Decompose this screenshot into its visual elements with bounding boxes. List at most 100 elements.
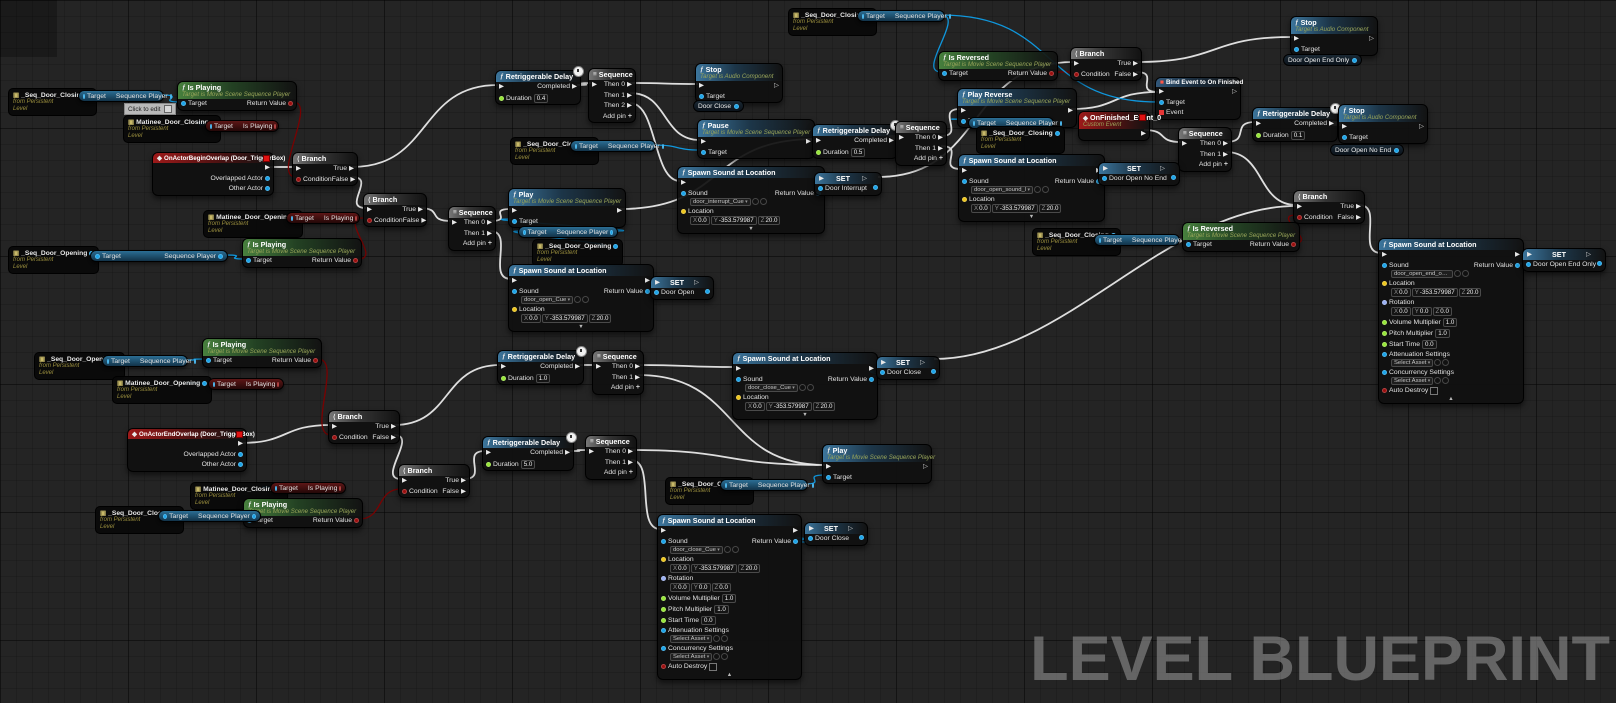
asset-dropdown[interactable]: door_close_Cue xyxy=(745,383,798,392)
exec-pin[interactable]: ▶ xyxy=(391,434,396,441)
sequence-1[interactable]: ≡ Sequence ▶ Then 0 ▶ Then 1 ▶ Then 2 ▶ Add pin + xyxy=(588,68,636,123)
sequence-6[interactable]: ≡ Sequence ▶ Then 0 ▶ Then 1 ▶ Add pin + xyxy=(585,435,637,480)
get-sequence-player-cap-7[interactable]: Target Sequence Player xyxy=(1094,234,1188,246)
exec-pin[interactable]: ▶ xyxy=(486,449,491,456)
bool-pin[interactable] xyxy=(354,518,359,523)
bool-pin[interactable] xyxy=(288,101,293,106)
vector-field[interactable]: X0.0 xyxy=(745,401,765,411)
collapse-toggle[interactable]: ▼ xyxy=(733,412,877,419)
object-pin[interactable] xyxy=(265,186,270,191)
exec-pin[interactable]: ▶ xyxy=(809,525,814,532)
object-pin[interactable] xyxy=(1352,57,1358,63)
object-pin[interactable] xyxy=(275,485,277,491)
object-pin[interactable] xyxy=(512,288,517,294)
vector-field[interactable]: Z20.0 xyxy=(757,215,781,225)
vector-field[interactable]: Z20.0 xyxy=(1038,203,1062,213)
matinee-is-playing-cap-1[interactable]: Target Is Playing xyxy=(205,120,279,132)
bool-pin[interactable] xyxy=(332,434,337,440)
object-pin[interactable] xyxy=(705,289,710,294)
asset-use-icon[interactable] xyxy=(713,653,721,660)
vector-field[interactable]: Y-353.579987 xyxy=(765,401,812,411)
retriggerable-delay-2[interactable]: ƒ Retriggerable Delay ▶ Completed ▶ Duration 0… xyxy=(812,120,901,159)
object-pin[interactable] xyxy=(251,513,256,519)
exec-pin[interactable]: ▶ xyxy=(512,277,517,284)
get-sequence-player-cap-9[interactable]: Target Sequence Player xyxy=(158,510,261,522)
asset-dropdown[interactable]: Select Asset xyxy=(1391,358,1434,367)
object-pin[interactable] xyxy=(948,13,951,19)
vec-pin[interactable] xyxy=(681,208,686,214)
exec-pin[interactable]: ▷ xyxy=(848,525,853,532)
exec-pin[interactable]: ▷ xyxy=(774,82,779,89)
asset-use-icon[interactable] xyxy=(713,635,721,642)
exec-pin[interactable]: ▶ xyxy=(461,477,466,484)
stop-node-3[interactable]: ƒ Stop Target is Audio Component ▶ ▷ Target xyxy=(1290,16,1378,56)
asset-dropdown[interactable]: door_open_sound_l xyxy=(971,185,1033,194)
actor-ref-matinee-door-opening-2[interactable]: ▣ Matinee_Door_Opening from Persistent Lev… xyxy=(112,376,213,405)
value-field[interactable]: 1.0 xyxy=(535,373,551,383)
spawn-sound-door-interrupt[interactable]: ƒSpawn Sound at Location▶▶Sounddoor_inte… xyxy=(677,166,825,234)
rot-pin[interactable] xyxy=(661,575,666,581)
exec-pin[interactable]: ▷ xyxy=(1586,251,1591,258)
float-pin[interactable] xyxy=(661,617,666,623)
vector-field[interactable]: Y-353.579987 xyxy=(710,215,757,225)
float-pin[interactable] xyxy=(1382,330,1387,336)
vec-pin[interactable] xyxy=(512,306,517,312)
asset-browse-icon[interactable] xyxy=(1042,186,1049,193)
exec-pin[interactable]: ▶ xyxy=(1356,214,1361,221)
object-pin[interactable] xyxy=(701,149,706,155)
float-pin[interactable] xyxy=(661,595,666,601)
get-sequence-player-cap-4[interactable]: Target Sequence Player xyxy=(518,226,618,238)
object-pin[interactable] xyxy=(962,178,967,184)
exec-pin[interactable]: ▷ xyxy=(1160,165,1165,172)
object-pin[interactable] xyxy=(1159,99,1164,105)
vector-field[interactable]: Y-353.579987 xyxy=(991,203,1038,213)
bool-pin[interactable] xyxy=(1382,388,1387,393)
sequence-3[interactable]: ≡ Sequence ▶ Then 0 ▶ Then 1 ▶ Add pin + xyxy=(448,206,496,251)
exec-pin[interactable]: ▶ xyxy=(627,92,632,99)
var-door-close-1[interactable]: Door Close xyxy=(693,100,744,112)
exec-pin[interactable]: ▶ xyxy=(1223,140,1228,147)
object-pin[interactable] xyxy=(291,215,293,221)
vector-field[interactable]: Z20.0 xyxy=(812,401,836,411)
is-reversed-node-1[interactable]: ƒ Is Reversed Target is Movie Scene Sequen… xyxy=(938,51,1058,81)
float-pin[interactable] xyxy=(816,149,821,155)
exec-pin[interactable]: ▷ xyxy=(1232,88,1237,95)
exec-pin[interactable]: ▷ xyxy=(1369,35,1374,42)
bool-pin[interactable] xyxy=(339,485,342,491)
float-pin[interactable] xyxy=(661,606,666,612)
vector-field[interactable]: Z20.0 xyxy=(737,563,761,573)
object-pin[interactable] xyxy=(811,482,814,488)
asset-use-icon[interactable] xyxy=(723,546,731,553)
asset-browse-icon[interactable] xyxy=(731,546,739,553)
exec-pin[interactable]: ▶ xyxy=(391,423,396,430)
object-pin[interactable] xyxy=(973,120,975,126)
get-sequence-player-cap-3[interactable]: Target Sequence Player xyxy=(570,140,664,152)
exec-pin[interactable]: ▶ xyxy=(961,107,966,114)
object-pin[interactable] xyxy=(246,258,251,263)
object-pin[interactable] xyxy=(95,253,100,259)
asset-use-icon[interactable] xyxy=(1434,359,1442,366)
exec-pin[interactable]: ▶ xyxy=(296,165,301,172)
vector-field[interactable]: X0.0 xyxy=(1391,306,1411,316)
exec-pin[interactable]: ▶ xyxy=(1223,151,1228,158)
vector-field[interactable]: Y0.0 xyxy=(690,582,711,592)
add-pin[interactable]: + xyxy=(939,155,943,162)
actor-ref-seq-door-closing-4[interactable]: ▣ _Seq_Door_Closing from Persistent Level xyxy=(976,126,1065,155)
exec-pin[interactable]: ▷ xyxy=(920,359,925,366)
asset-use-icon[interactable] xyxy=(1034,186,1041,193)
bind-event-to-on-finished[interactable]: ■ Bind Event to On Finished ▶ ▷ Target Event xyxy=(1155,77,1243,120)
exec-pin[interactable]: ▶ xyxy=(736,365,741,372)
object-pin[interactable] xyxy=(265,175,270,181)
rot-pin[interactable] xyxy=(1382,299,1387,305)
object-pin[interactable] xyxy=(163,513,168,519)
value-field[interactable]: 0.0 xyxy=(1421,339,1437,349)
exec-pin[interactable]: ▶ xyxy=(421,217,426,224)
asset-use-icon[interactable] xyxy=(1454,270,1461,277)
exec-pin[interactable]: ▶ xyxy=(1297,203,1302,210)
asset-browse-icon[interactable] xyxy=(1442,377,1450,384)
object-pin[interactable] xyxy=(661,143,664,149)
exec-pin[interactable]: ▶ xyxy=(1527,251,1532,258)
vector-field[interactable]: X0.0 xyxy=(670,563,690,573)
vector-field[interactable]: X0.0 xyxy=(1391,287,1411,297)
exec-pin[interactable]: ▶ xyxy=(238,440,243,447)
